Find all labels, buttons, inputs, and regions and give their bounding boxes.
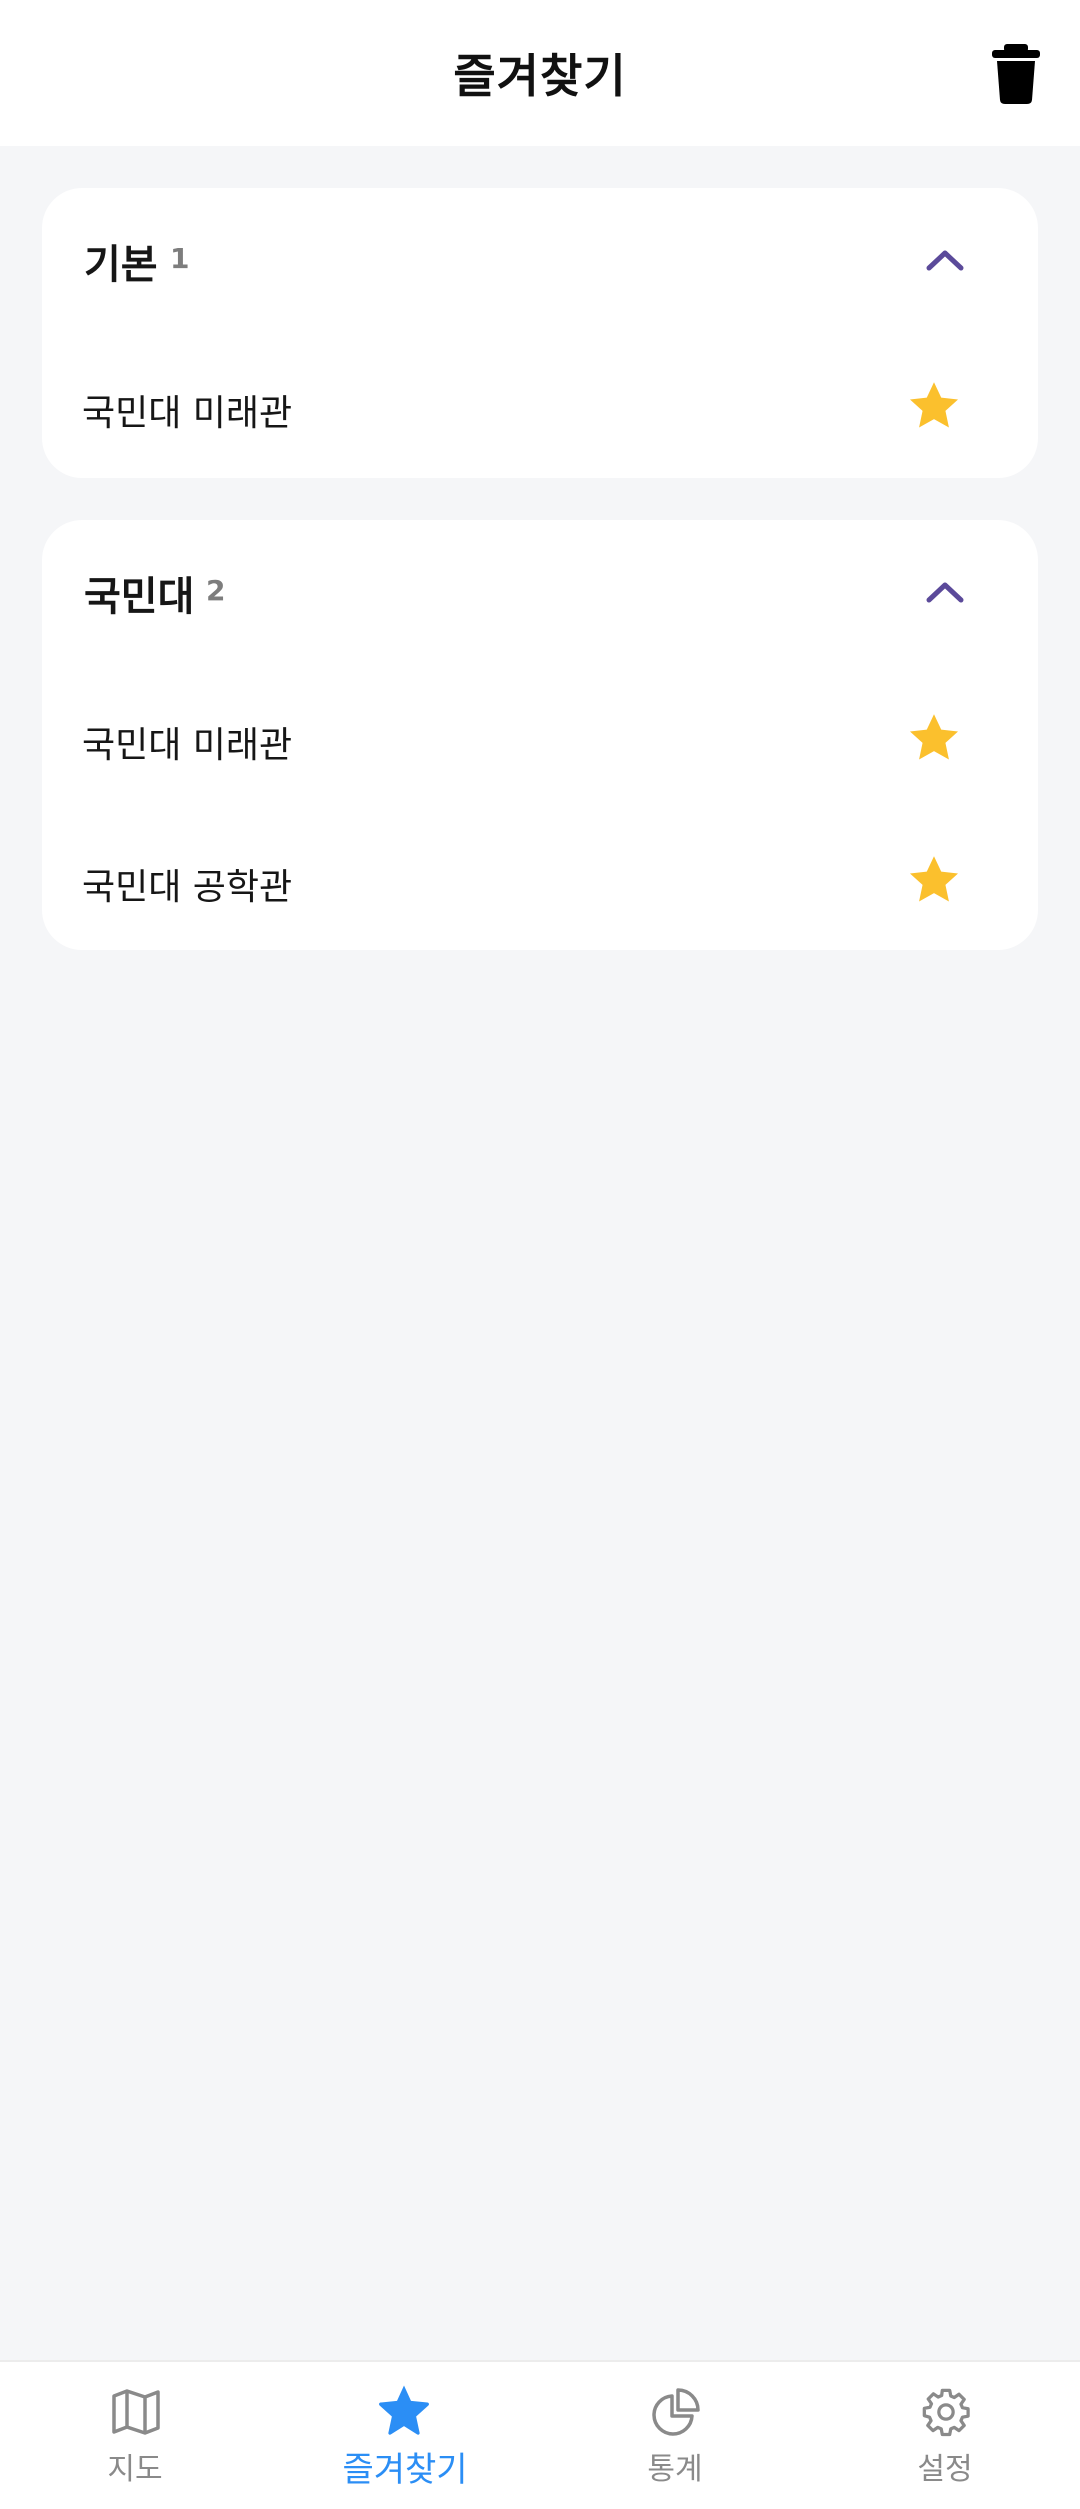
bottom-tab-bar: 지도 즐겨찾기 통계 설정 — [0, 2360, 1080, 2509]
chevron-up-icon[interactable] — [922, 572, 968, 612]
group-title: 국민대 — [84, 574, 195, 620]
list-item[interactable]: 국민대 미래관 — [42, 670, 1038, 810]
tab-favorites[interactable]: 즐겨찾기 — [270, 2362, 540, 2509]
star-icon[interactable] — [906, 852, 962, 908]
group-header[interactable]: 기본 1 — [42, 188, 1038, 338]
tab-label: 즐겨찾기 — [342, 2450, 468, 2490]
group-title: 기본 — [84, 242, 158, 288]
tab-map[interactable]: 지도 — [0, 2362, 270, 2509]
gear-icon — [920, 2386, 972, 2438]
group-count: 2 — [206, 574, 226, 607]
tab-label: 지도 — [107, 2452, 163, 2487]
tab-settings[interactable]: 설정 — [810, 2362, 1080, 2509]
tab-statistics[interactable]: 통계 — [540, 2362, 810, 2509]
list-item[interactable]: 국민대 공학관 — [42, 812, 1038, 952]
group-count: 1 — [170, 242, 190, 275]
list-item[interactable]: 국민대 미래관 — [42, 338, 1038, 478]
favorite-group: 국민대 2 국민대 미래관 국민대 공학관 — [42, 520, 1038, 950]
tab-label: 설정 — [917, 2452, 973, 2487]
map-icon — [110, 2386, 162, 2438]
star-icon[interactable] — [906, 378, 962, 434]
pie-chart-icon — [650, 2386, 702, 2438]
page-title: 즐겨찾기 — [453, 49, 627, 103]
trash-icon[interactable] — [990, 44, 1042, 104]
chevron-up-icon[interactable] — [922, 240, 968, 280]
place-name: 국민대 공학관 — [82, 867, 293, 908]
favorite-group: 기본 1 국민대 미래관 — [42, 188, 1038, 478]
star-icon[interactable] — [906, 710, 962, 766]
place-name: 국민대 미래관 — [82, 725, 293, 766]
place-name: 국민대 미래관 — [82, 393, 293, 434]
tab-label: 통계 — [647, 2452, 703, 2487]
star-icon — [376, 2382, 432, 2438]
group-header[interactable]: 국민대 2 — [42, 520, 1038, 670]
app-header: 즐겨찾기 — [0, 0, 1080, 146]
